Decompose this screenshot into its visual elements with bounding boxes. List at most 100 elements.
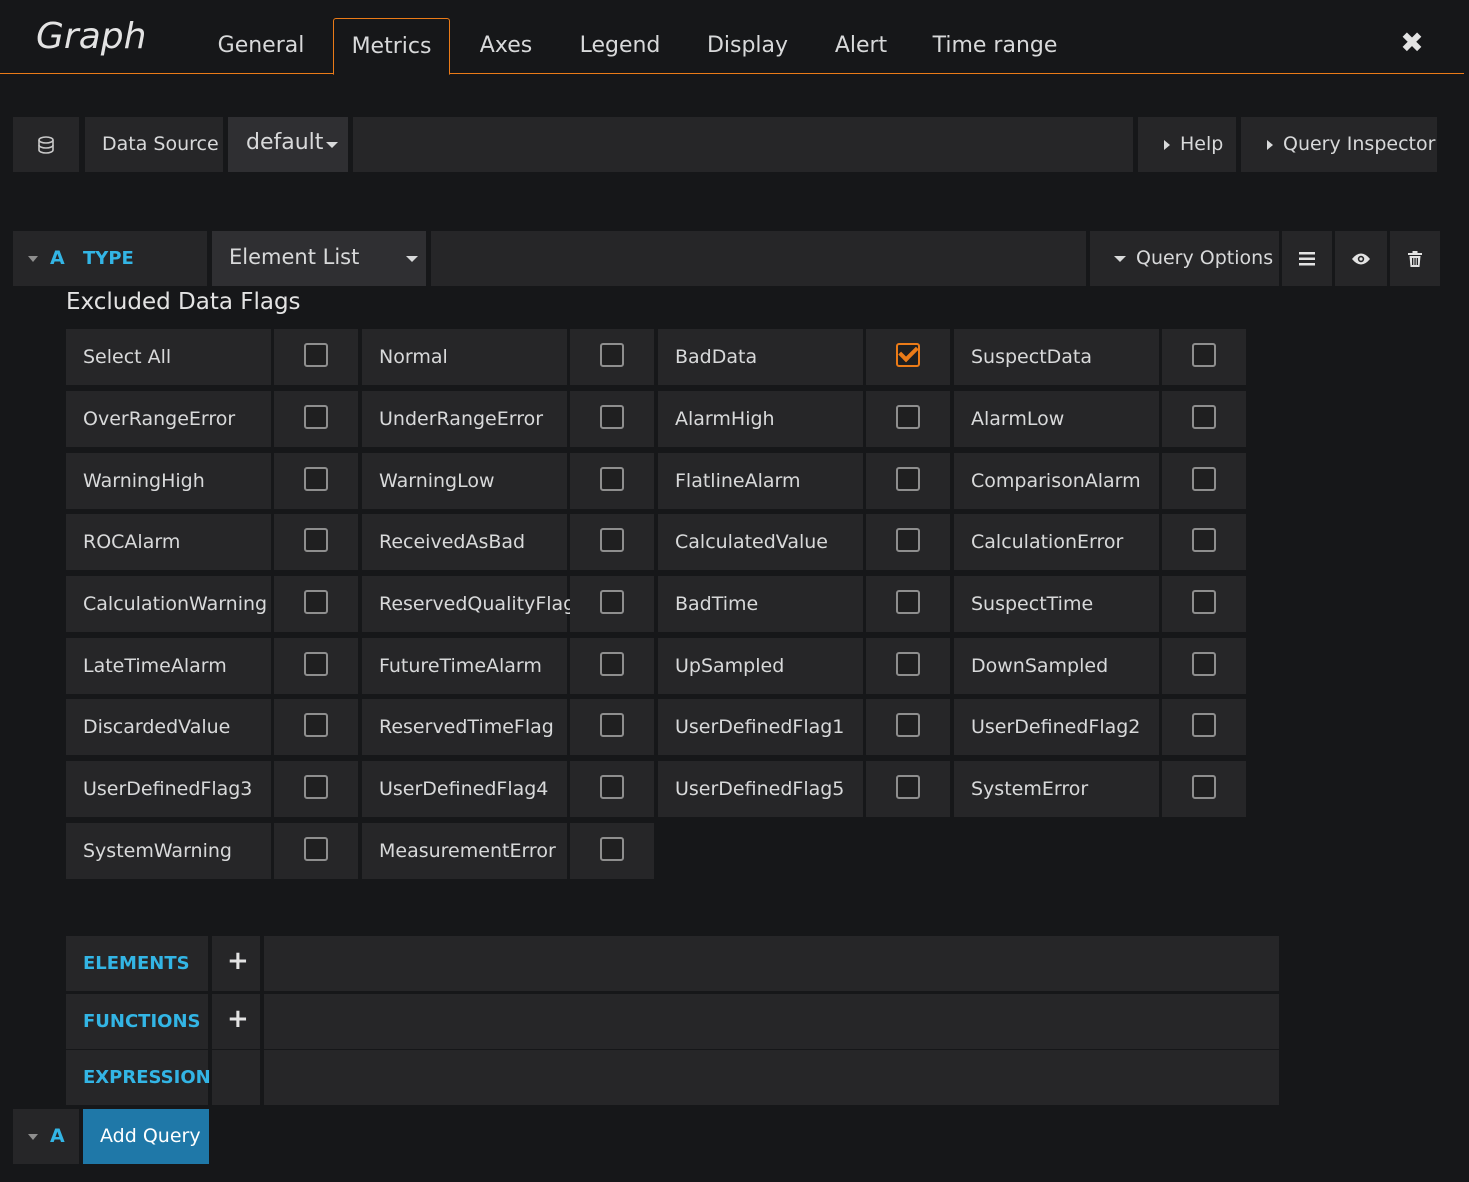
flag-checkbox-cell [274, 823, 358, 879]
data-source-label-box: Data Source [85, 117, 223, 172]
tab-time-range[interactable]: Time range [924, 18, 1066, 74]
elements-label-box: ELEMENTS [66, 936, 208, 991]
tab-legend[interactable]: Legend [568, 18, 672, 74]
tab-axes[interactable]: Axes [466, 18, 546, 74]
flag-label: UserDefinedFlag2 [954, 699, 1159, 755]
add-query-label: Add Query [100, 1125, 201, 1147]
flag-label: AlarmLow [954, 391, 1159, 447]
chevron-down-icon [406, 256, 418, 262]
query-options-button[interactable]: Query Options [1090, 231, 1279, 286]
checkbox[interactable] [600, 343, 624, 367]
checkbox[interactable] [304, 467, 328, 491]
help-button[interactable]: Help [1138, 117, 1236, 172]
flag-checkbox-cell [1162, 699, 1246, 755]
checkbox[interactable] [600, 713, 624, 737]
checkbox[interactable] [600, 528, 624, 552]
checkbox[interactable] [304, 343, 328, 367]
query-letter: A [50, 247, 65, 269]
checkbox[interactable] [304, 590, 328, 614]
flag-checkbox-cell [1162, 514, 1246, 570]
checkbox[interactable] [896, 590, 920, 614]
tab-metrics[interactable]: Metrics [333, 18, 450, 75]
checkbox[interactable] [1192, 528, 1216, 552]
checkbox[interactable] [1192, 652, 1216, 676]
menu-icon[interactable] [1282, 231, 1332, 286]
flag-checkbox-cell [1162, 576, 1246, 632]
type-select[interactable]: Element List [212, 231, 426, 286]
checkbox[interactable] [896, 405, 920, 429]
checkbox[interactable] [1192, 713, 1216, 737]
checkbox[interactable] [896, 652, 920, 676]
tab-general[interactable]: General [205, 18, 317, 74]
collapse-caret-icon[interactable] [28, 1134, 38, 1140]
flag-checkbox-cell [1162, 453, 1246, 509]
checkbox[interactable] [304, 652, 328, 676]
flag-label: UserDefinedFlag1 [658, 699, 863, 755]
flag-label: MeasurementError [362, 823, 567, 879]
elements-filler [264, 936, 1279, 991]
checkbox[interactable] [896, 775, 920, 799]
flag-checkbox-cell [866, 391, 950, 447]
checkbox[interactable] [600, 405, 624, 429]
expression-input[interactable] [264, 1050, 1279, 1105]
flag-label: ReservedTimeFlag [362, 699, 567, 755]
flag-label: AlarmHigh [658, 391, 863, 447]
query-inspector-button[interactable]: Query Inspector [1241, 117, 1437, 172]
checkbox[interactable] [304, 713, 328, 737]
flag-label: WarningLow [362, 453, 567, 509]
expression-spacer [212, 1050, 260, 1105]
close-icon[interactable]: ✖ [1398, 28, 1426, 58]
data-source-value: default [246, 130, 324, 155]
panel-title: Graph [36, 16, 147, 57]
flag-checkbox-cell [866, 576, 950, 632]
checkbox[interactable] [1192, 775, 1216, 799]
flag-label: OverRangeError [66, 391, 271, 447]
eye-icon[interactable] [1335, 231, 1387, 286]
flag-label: SuspectTime [954, 576, 1159, 632]
checkbox[interactable] [600, 837, 624, 861]
checkbox[interactable] [304, 837, 328, 861]
query-header[interactable]: A TYPE [13, 231, 207, 286]
checkbox[interactable] [304, 528, 328, 552]
tab-alert[interactable]: Alert [822, 18, 900, 74]
flag-checkbox-cell [274, 576, 358, 632]
checkbox[interactable] [896, 528, 920, 552]
flag-checkbox-cell [570, 576, 654, 632]
flag-checkbox-cell [570, 453, 654, 509]
flag-label: ReceivedAsBad [362, 514, 567, 570]
flag-checkbox-cell [1162, 329, 1246, 385]
flag-label: WarningHigh [66, 453, 271, 509]
flag-label: SystemError [954, 761, 1159, 817]
type-value: Element List [229, 245, 360, 269]
checkbox[interactable] [896, 467, 920, 491]
add-query-button[interactable]: Add Query [83, 1109, 209, 1164]
checkbox[interactable] [1192, 590, 1216, 614]
flag-checkbox-cell [1162, 761, 1246, 817]
flag-label: BadTime [658, 576, 863, 632]
add-function-button[interactable]: + [212, 994, 260, 1049]
checkbox-checked[interactable] [896, 343, 920, 367]
add-query-header[interactable]: A [13, 1109, 79, 1164]
checkbox[interactable] [600, 467, 624, 491]
checkbox[interactable] [1192, 405, 1216, 429]
checkbox[interactable] [1192, 343, 1216, 367]
flag-checkbox-cell [866, 699, 950, 755]
checkbox[interactable] [600, 652, 624, 676]
checkbox[interactable] [304, 775, 328, 799]
add-element-button[interactable]: + [212, 936, 260, 991]
checkbox[interactable] [896, 713, 920, 737]
checkbox[interactable] [600, 775, 624, 799]
plus-icon: + [227, 946, 249, 976]
checkbox[interactable] [600, 590, 624, 614]
panel-editor-header: Graph General Metrics Axes Legend Displa… [0, 0, 1464, 75]
database-icon [13, 117, 79, 172]
checkbox[interactable] [304, 405, 328, 429]
trash-icon[interactable] [1390, 231, 1440, 286]
tab-display[interactable]: Display [696, 18, 799, 74]
flag-label: UserDefinedFlag5 [658, 761, 863, 817]
collapse-caret-icon[interactable] [28, 256, 38, 262]
query-options-label: Query Options [1136, 247, 1274, 269]
flag-label: DownSampled [954, 638, 1159, 694]
checkbox[interactable] [1192, 467, 1216, 491]
data-source-select[interactable]: default [228, 117, 348, 172]
